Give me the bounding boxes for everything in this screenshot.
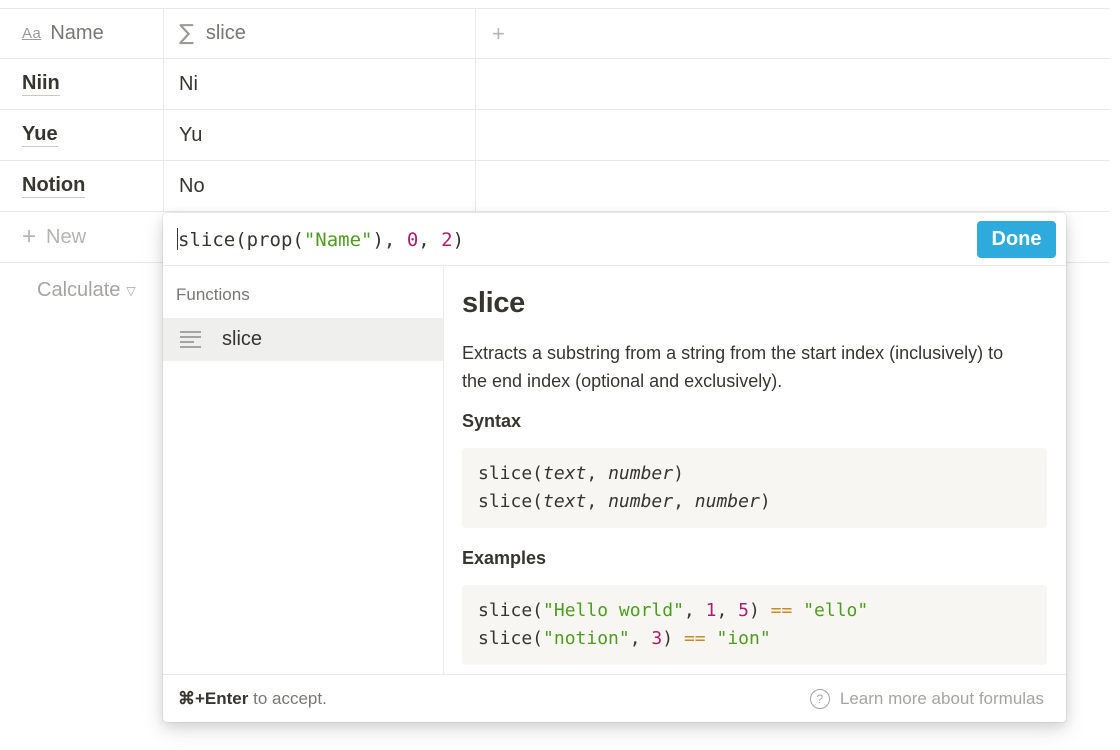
- formula-footer: ⌘+Enter to accept. ? Learn more about fo…: [163, 674, 1066, 722]
- calculate-label: Calculate: [37, 279, 121, 301]
- syntax-code-block: slice(text, number) slice(text, number, …: [462, 448, 1047, 528]
- row-name-text[interactable]: Niin: [22, 72, 60, 96]
- add-column-plus-icon: +: [492, 20, 505, 46]
- examples-heading: Examples: [462, 548, 547, 568]
- text-lines-icon: [180, 331, 201, 348]
- table-row[interactable]: Niin Ni: [0, 59, 1110, 110]
- column-header-label: Name: [50, 22, 104, 44]
- formula-expression-text: slice(prop("Name"), 0, 2): [178, 228, 465, 251]
- shortcut-keys: ⌘+Enter: [178, 688, 249, 708]
- empty-cell: [476, 161, 1110, 211]
- table-row[interactable]: Notion No: [0, 161, 1110, 212]
- row-name-text[interactable]: Yue: [22, 123, 58, 147]
- function-item-slice[interactable]: slice: [163, 318, 443, 361]
- formula-editor-popup: slice(prop("Name"), 0, 2) Done Functions…: [163, 213, 1066, 722]
- function-item-label: slice: [222, 328, 263, 350]
- formula-sigma-icon: ∑: [179, 21, 194, 46]
- text-property-icon: Aa: [22, 25, 42, 42]
- formula-expression[interactable]: slice(prop("Name"), 0, 2): [177, 227, 465, 251]
- name-cell[interactable]: Yue: [0, 110, 164, 160]
- calculate-dropdown[interactable]: Calculate ▽: [37, 279, 136, 302]
- examples-code-block: slice("Hello world", 1, 5) == "ello" sli…: [462, 585, 1047, 665]
- function-detail: slice Extracts a substring from a string…: [444, 266, 1066, 674]
- column-header-name[interactable]: Aa Name: [0, 9, 164, 58]
- empty-cell: [476, 110, 1110, 160]
- slice-cell[interactable]: Yu: [164, 110, 476, 160]
- column-header-label: slice: [205, 22, 246, 44]
- functions-heading: Functions: [176, 285, 250, 304]
- row-name-text[interactable]: Notion: [22, 174, 86, 198]
- table-header: Aa Name ∑ slice +: [0, 8, 1110, 59]
- accept-hint-text: to accept.: [248, 688, 327, 708]
- formula-body: Functions slice slice Extracts a substri…: [163, 266, 1066, 674]
- done-button[interactable]: Done: [977, 221, 1056, 258]
- functions-sidebar: Functions slice: [163, 266, 444, 674]
- function-description: Extracts a substring from a string from …: [462, 343, 1004, 391]
- accept-hint: ⌘+Enter to accept.: [178, 689, 327, 709]
- slice-cell[interactable]: No: [164, 161, 476, 211]
- formula-input[interactable]: slice(prop("Name"), 0, 2) Done: [163, 213, 1066, 266]
- name-cell[interactable]: Niin: [0, 59, 164, 109]
- learn-more-link[interactable]: ? Learn more about formulas: [809, 688, 1044, 709]
- new-row-label: New: [46, 225, 87, 248]
- column-header-slice[interactable]: ∑ slice: [164, 9, 476, 58]
- slice-cell[interactable]: Ni: [164, 59, 476, 109]
- chevron-down-icon: ▽: [126, 283, 136, 298]
- learn-more-label: Learn more about formulas: [839, 688, 1044, 708]
- function-title: slice: [462, 287, 525, 319]
- plus-icon: +: [22, 223, 37, 250]
- syntax-heading: Syntax: [462, 411, 522, 431]
- add-column-button[interactable]: +: [476, 9, 1110, 58]
- table-row[interactable]: Yue Yu: [0, 110, 1110, 161]
- help-circle-icon: ?: [809, 688, 830, 709]
- name-cell[interactable]: Notion: [0, 161, 164, 211]
- empty-cell: [476, 59, 1110, 109]
